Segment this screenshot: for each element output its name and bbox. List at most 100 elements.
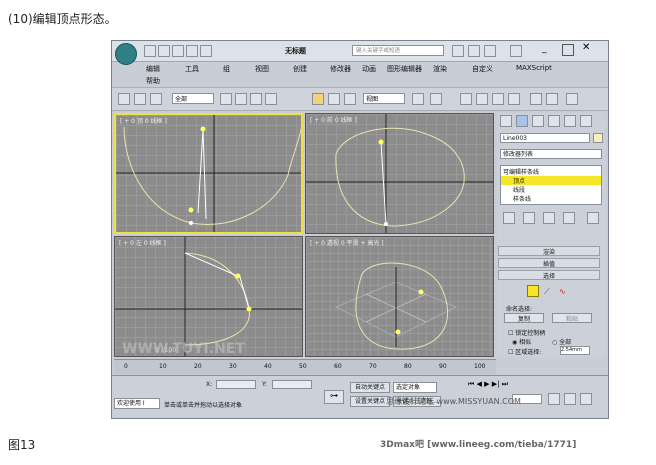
menu-modifiers[interactable]: 修改器 (330, 64, 351, 74)
angle-snap-icon[interactable] (476, 93, 488, 105)
rect-selection-icon[interactable] (250, 93, 262, 105)
rollout-rendering[interactable]: 渲染 (498, 246, 600, 256)
open-icon[interactable] (158, 45, 170, 57)
display-tab-icon[interactable] (564, 115, 576, 127)
remove-modifier-icon[interactable] (563, 212, 575, 224)
pivot-icon[interactable] (412, 93, 424, 105)
move-icon[interactable] (312, 93, 324, 105)
close-icon[interactable]: ✕ (582, 42, 590, 53)
app-logo-icon[interactable] (115, 43, 137, 65)
viewport-top[interactable]: [ + 0 顶 0 线框 ] (114, 113, 303, 234)
snap-icon[interactable] (460, 93, 472, 105)
menu-rendering[interactable]: 渲染 (433, 64, 447, 74)
render-icon[interactable] (566, 93, 578, 105)
menu-help[interactable]: 帮助 (146, 76, 160, 86)
menu-tools[interactable]: 工具 (185, 64, 199, 74)
menu-graph-editors[interactable]: 图形编辑器 (387, 64, 422, 74)
modifier-stack: 可编辑样条线 顶点 线段 样条线 (500, 165, 602, 205)
playback-controls[interactable]: ⏮ ◀ ▶ ▶| ⏭ (468, 380, 508, 389)
stack-vertex[interactable]: 顶点 (501, 176, 601, 185)
unlink-icon[interactable] (134, 93, 146, 105)
select-by-name-icon[interactable] (235, 93, 247, 105)
title-bar: 无标题 键入关键字或短语 _ ✕ (112, 41, 608, 65)
maxscript-listener[interactable]: 欢迎使用 I (114, 398, 160, 409)
rotate-icon[interactable] (328, 93, 340, 105)
caption-top: (10)编辑顶点形态。 (8, 12, 117, 26)
mirror-icon[interactable] (530, 93, 542, 105)
link-icon[interactable] (118, 93, 130, 105)
window-crossing-icon[interactable] (265, 93, 277, 105)
help-icon[interactable] (510, 45, 522, 57)
rollout-interpolation[interactable]: 插值 (498, 258, 600, 268)
pin-stack-icon[interactable] (503, 212, 515, 224)
menu-create[interactable]: 创建 (293, 64, 307, 74)
bind-space-warp-icon[interactable] (150, 93, 162, 105)
orbit-icon[interactable] (580, 393, 592, 405)
object-name-field[interactable]: Line003 (500, 133, 590, 143)
selected-object-select[interactable]: 选定对象 (393, 382, 437, 393)
make-unique-icon[interactable] (543, 212, 555, 224)
viewport-front[interactable]: [ + 0 前 0 线框 ] (305, 113, 494, 234)
new-icon[interactable] (144, 45, 156, 57)
area-select-checkbox[interactable]: ☐ 区域选择: (508, 347, 541, 356)
paste-button[interactable]: 粘贴 (552, 313, 592, 323)
modify-tab-icon[interactable] (516, 115, 528, 127)
menu-edit[interactable]: 编辑 (146, 64, 160, 74)
manipulate-icon[interactable] (430, 93, 442, 105)
minimize-icon[interactable]: _ (542, 44, 554, 56)
spline-mode-icon[interactable]: ∿ (559, 287, 566, 296)
all-radio[interactable]: ○ 全部 (552, 337, 571, 346)
binoculars-icon[interactable] (452, 45, 464, 57)
stack-spline[interactable]: 样条线 (513, 194, 531, 203)
menu-maxscript[interactable]: MAXScript (516, 64, 552, 72)
search-input[interactable]: 键入关键字或短语 (352, 45, 444, 56)
scale-icon[interactable] (344, 93, 356, 105)
rollout-selection[interactable]: 选择 (498, 270, 600, 280)
y-coordinate-field[interactable] (272, 380, 312, 389)
timeline-ruler[interactable]: 0 10 20 30 40 50 60 70 80 90 100 (114, 359, 496, 374)
menu-group[interactable]: 组 (223, 64, 230, 74)
x-coordinate-field[interactable] (216, 380, 256, 389)
select-object-icon[interactable] (220, 93, 232, 105)
status-prompt: 单击或单击并拖动以选择对象 (164, 402, 243, 409)
area-value-spinner[interactable]: 2.54mm (560, 346, 590, 355)
gear-icon[interactable] (484, 45, 496, 57)
zoom-icon[interactable] (548, 393, 560, 405)
spinner-snap-icon[interactable] (508, 93, 520, 105)
create-tab-icon[interactable] (500, 115, 512, 127)
vertex-mode-icon[interactable] (527, 285, 539, 297)
segment-mode-icon[interactable]: ⟋ (544, 287, 550, 297)
viewport-perspective[interactable]: [ + 0 透视 0 平滑 + 高光 ] (305, 236, 494, 357)
stack-root[interactable]: 可编辑样条线 (503, 167, 539, 176)
copy-button[interactable]: 复制 (504, 313, 544, 323)
show-end-result-icon[interactable] (523, 212, 535, 224)
modifier-list-select[interactable]: 修改器列表 (500, 149, 602, 159)
auto-key-button[interactable]: 自动关键点 (350, 382, 390, 393)
hierarchy-tab-icon[interactable] (532, 115, 544, 127)
align-icon[interactable] (546, 93, 558, 105)
menu-animation[interactable]: 动画 (362, 64, 376, 74)
undo-icon[interactable] (186, 45, 198, 57)
utilities-tab-icon[interactable] (580, 115, 592, 127)
maximize-icon[interactable] (562, 44, 574, 56)
save-icon[interactable] (172, 45, 184, 57)
percent-snap-icon[interactable] (492, 93, 504, 105)
star-icon[interactable] (468, 45, 480, 57)
reference-coord-select[interactable]: 视图 (363, 93, 405, 104)
set-key-button[interactable]: 设置关键点 (350, 396, 390, 407)
object-color-swatch[interactable] (593, 133, 603, 143)
menu-customize[interactable]: 自定义 (472, 64, 493, 74)
stack-segment[interactable]: 线段 (513, 185, 525, 194)
similar-radio[interactable]: ◉ 相似 (512, 337, 531, 346)
selection-filter-select[interactable]: 全部 (172, 93, 214, 104)
redo-icon[interactable] (200, 45, 212, 57)
menu-views[interactable]: 视图 (255, 64, 269, 74)
key-mode-icon[interactable]: ⊶ (324, 390, 344, 404)
configure-sets-icon[interactable] (587, 212, 599, 224)
pan-icon[interactable] (564, 393, 576, 405)
viewport-left[interactable]: [ + 0 左 0 线框 ] 0 / 100 (114, 236, 303, 357)
lock-handles-checkbox[interactable]: ☐ 锁定控制柄 (508, 328, 545, 337)
lock-handles-label: 锁定控制柄 (515, 330, 546, 337)
motion-tab-icon[interactable] (548, 115, 560, 127)
all-label: 全部 (559, 339, 572, 346)
